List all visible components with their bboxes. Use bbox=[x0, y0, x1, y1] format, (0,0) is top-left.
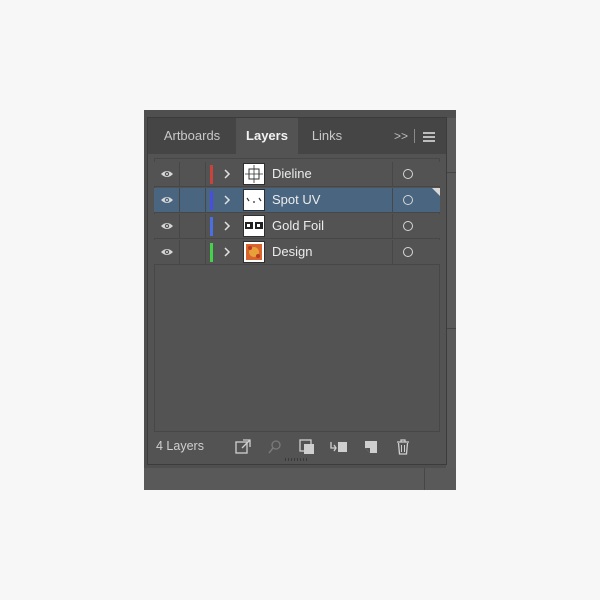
lock-toggle[interactable] bbox=[180, 214, 206, 238]
layer-row-dieline[interactable]: Dieline bbox=[154, 162, 440, 187]
make-clipping-mask-icon[interactable] bbox=[298, 438, 316, 456]
chevron-right-icon[interactable] bbox=[222, 219, 232, 233]
layer-row-spot-uv[interactable]: Spot UV bbox=[154, 188, 440, 213]
visibility-toggle[interactable] bbox=[154, 214, 180, 238]
layer-color-swatch bbox=[210, 243, 213, 262]
chevron-right-icon[interactable] bbox=[222, 193, 232, 207]
tab-separator bbox=[414, 129, 415, 143]
tab-layers[interactable]: Layers bbox=[236, 118, 298, 154]
layers-list: Dieline Spot UV Gold Foil Design bbox=[154, 158, 440, 432]
right-dock-strip bbox=[446, 118, 456, 490]
layer-thumbnail bbox=[244, 190, 264, 210]
layer-name[interactable]: Spot UV bbox=[272, 188, 320, 212]
layer-name[interactable]: Gold Foil bbox=[272, 214, 324, 238]
bottom-dock-strip bbox=[144, 468, 456, 490]
layer-count: 4 Layers bbox=[156, 439, 204, 453]
target-button[interactable] bbox=[392, 214, 440, 238]
layer-name[interactable]: Dieline bbox=[272, 162, 312, 186]
lock-toggle[interactable] bbox=[180, 240, 206, 264]
visibility-toggle[interactable] bbox=[154, 240, 180, 264]
layer-thumbnail bbox=[244, 164, 264, 184]
chevron-right-icon[interactable] bbox=[222, 167, 232, 181]
tab-links[interactable]: Links bbox=[298, 118, 356, 154]
delete-layer-icon[interactable] bbox=[394, 438, 412, 456]
create-sublayer-icon[interactable] bbox=[330, 438, 348, 456]
layer-thumbnail bbox=[244, 242, 264, 262]
layers-panel: Artboards Layers Links >> Dieline Spot U… bbox=[148, 118, 446, 464]
target-button[interactable] bbox=[392, 162, 440, 186]
visibility-toggle[interactable] bbox=[154, 188, 180, 212]
visibility-toggle[interactable] bbox=[154, 162, 180, 186]
layer-color-swatch bbox=[210, 191, 213, 210]
lock-toggle[interactable] bbox=[180, 162, 206, 186]
tab-overflow-button[interactable]: >> bbox=[392, 118, 410, 154]
selection-indicator bbox=[432, 188, 440, 196]
layer-thumbnail bbox=[244, 216, 264, 236]
layer-color-swatch bbox=[210, 217, 213, 236]
create-new-layer-icon[interactable] bbox=[362, 438, 380, 456]
lock-toggle[interactable] bbox=[180, 188, 206, 212]
chevron-right-icon[interactable] bbox=[222, 245, 232, 259]
target-button[interactable] bbox=[392, 240, 440, 264]
eye-icon bbox=[161, 171, 173, 177]
layer-row-design[interactable]: Design bbox=[154, 240, 440, 265]
layer-row-gold-foil[interactable]: Gold Foil bbox=[154, 214, 440, 239]
eye-icon bbox=[161, 197, 173, 203]
panel-tab-bar: Artboards Layers Links >> bbox=[148, 118, 446, 154]
resize-grip[interactable] bbox=[285, 458, 309, 461]
layer-name[interactable]: Design bbox=[272, 240, 312, 264]
layer-color-swatch bbox=[210, 165, 213, 184]
eye-icon bbox=[161, 249, 173, 255]
export-for-screens-icon[interactable] bbox=[234, 438, 252, 456]
locate-object-icon[interactable] bbox=[266, 438, 284, 456]
tab-artboards[interactable]: Artboards bbox=[148, 118, 236, 154]
eye-icon bbox=[161, 223, 173, 229]
hamburger-menu-icon[interactable] bbox=[422, 129, 436, 143]
